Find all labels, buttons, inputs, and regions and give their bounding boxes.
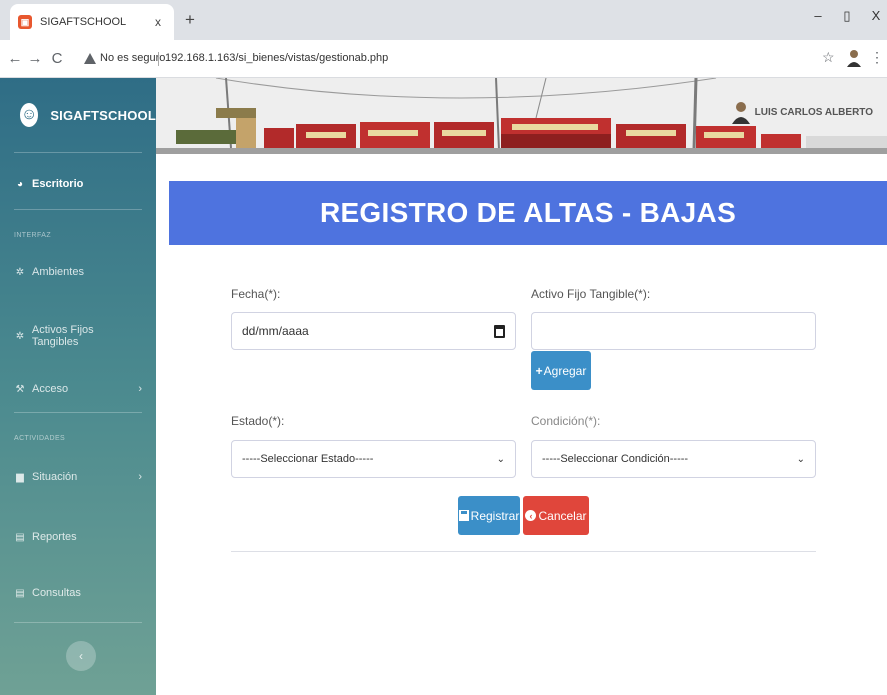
sidebar-item-escritorio[interactable]: ◕ Escritorio [14, 178, 142, 190]
fecha-label: Fecha(*): [231, 287, 281, 301]
sidebar-divider [14, 152, 142, 153]
sidebar-item-reportes[interactable]: ▤ Reportes [14, 531, 142, 543]
minimize-button[interactable]: – [808, 8, 828, 23]
brand[interactable]: ☺ SIGAFTSCHOOL [0, 78, 156, 152]
user-avatar-icon [731, 100, 751, 124]
address-separator [158, 52, 159, 66]
plus-icon: + [535, 363, 543, 378]
activo-label: Activo Fijo Tangible(*): [531, 287, 651, 301]
tab-title: SIGAFTSCHOOL [40, 16, 127, 28]
sidebar-item-label: Acceso [32, 383, 69, 395]
security-label: No es seguro [100, 52, 166, 64]
cancel-circle-icon: ‹ [525, 510, 537, 521]
condicion-selected: -----Seleccionar Condición----- [542, 453, 689, 465]
reload-icon[interactable]: C [48, 50, 66, 67]
registrar-label: Registrar [470, 508, 520, 523]
cancelar-label: Cancelar [538, 508, 587, 523]
estado-label: Estado(*): [231, 414, 285, 428]
warning-icon [84, 52, 96, 64]
form-divider [231, 551, 816, 552]
brand-logo-icon: ☺ [20, 103, 39, 127]
activo-fijo-input[interactable] [531, 312, 816, 350]
header-banner: LUIS CARLOS ALBERTO [156, 78, 887, 154]
back-arrow-icon[interactable]: ← [6, 50, 24, 67]
wrench-icon: ⚒ [15, 383, 25, 395]
page-title: REGISTRO DE ALTAS - BAJAS [319, 197, 737, 228]
sidebar-item-label: Ambientes [32, 266, 84, 278]
sidebar-item-label: Escritorio [32, 178, 84, 190]
sidebar-item-label: Consultas [32, 587, 81, 599]
save-icon [458, 510, 469, 521]
sidebar: ☺ SIGAFTSCHOOL ◕ Escritorio INTERFAZ ✲ A… [0, 78, 156, 695]
sidebar-item-label: Activos Fijos Tangibles [31, 324, 94, 348]
user-name: LUIS CARLOS ALBERTO [754, 106, 873, 118]
user-menu[interactable]: LUIS CARLOS ALBERTO [731, 100, 873, 124]
page-title-bar: REGISTRO DE ALTAS - BAJAS [169, 181, 887, 245]
agregar-label: Agregar [543, 363, 587, 378]
address-bar: ← → C No es seguro 192.168.1.163/si_bien… [0, 40, 887, 78]
sidebar-divider [14, 622, 142, 623]
table-icon: ▤ [15, 531, 25, 543]
table-icon: ▤ [15, 587, 25, 599]
tab-close-icon[interactable]: x [150, 15, 166, 29]
sidebar-item-ambientes[interactable]: ✲ Ambientes [14, 266, 142, 278]
site-favicon-icon: ▣ [18, 15, 32, 29]
sidebar-item-activos[interactable]: ✲ Activos Fijos Tangibles [14, 324, 142, 348]
registrar-button[interactable]: Registrar [458, 496, 520, 535]
close-window-button[interactable]: X [866, 8, 886, 23]
sidebar-item-consultas[interactable]: ▤ Consultas [14, 587, 142, 599]
url-field[interactable]: 192.168.1.163/si_bienes/vistas/gestionab… [165, 52, 388, 64]
calendar-icon[interactable] [494, 325, 505, 338]
forward-arrow-icon[interactable]: → [26, 50, 44, 67]
sidebar-divider [14, 412, 142, 413]
chevron-down-icon: ⌄ [796, 454, 805, 465]
restore-button[interactable]: ▯ [837, 8, 857, 24]
security-indicator[interactable]: No es seguro [84, 52, 165, 64]
brand-name: SIGAFTSCHOOL [50, 107, 156, 123]
menu-kebab-icon[interactable]: ⋮ [870, 49, 884, 66]
gear-icon: ✲ [15, 330, 25, 342]
fecha-date-input[interactable]: dd/mm/aaaa [231, 312, 516, 350]
sidebar-heading-actividades: ACTIVIDADES [14, 435, 66, 442]
browser-tab-bar: ▣ SIGAFTSCHOOL x + – ▯ X [0, 0, 887, 40]
bookmark-star-icon[interactable]: ☆ [822, 49, 835, 66]
sidebar-divider [14, 209, 142, 210]
profile-avatar-icon[interactable] [846, 49, 862, 67]
dashboard-icon: ◕ [16, 178, 24, 190]
sidebar-toggle-button[interactable]: ‹ [66, 641, 96, 671]
sidebar-item-label: Situación [32, 471, 78, 483]
agregar-button[interactable]: + Agregar [531, 351, 591, 390]
browser-tab[interactable]: ▣ SIGAFTSCHOOL x [10, 4, 174, 40]
fecha-placeholder: dd/mm/aaaa [242, 324, 309, 338]
condicion-select[interactable]: -----Seleccionar Condición----- ⌄ [531, 440, 816, 478]
chevron-right-icon: › [138, 383, 142, 395]
new-tab-button[interactable]: + [180, 10, 200, 30]
chevron-right-icon: › [138, 471, 142, 483]
sidebar-item-acceso[interactable]: ⚒ Acceso › [14, 383, 142, 395]
cancelar-button[interactable]: ‹ Cancelar [523, 496, 589, 535]
chevron-down-icon: ⌄ [496, 454, 505, 465]
estado-selected: -----Seleccionar Estado----- [242, 453, 374, 465]
folder-icon: ▆ [16, 471, 24, 483]
condicion-label: Condición(*): [531, 414, 601, 428]
sidebar-heading-interfaz: INTERFAZ [14, 232, 52, 239]
estado-select[interactable]: -----Seleccionar Estado----- ⌄ [231, 440, 516, 478]
gear-icon: ✲ [15, 266, 25, 278]
sidebar-item-situacion[interactable]: ▆ Situación › [14, 471, 142, 483]
sidebar-item-label: Reportes [32, 531, 77, 543]
